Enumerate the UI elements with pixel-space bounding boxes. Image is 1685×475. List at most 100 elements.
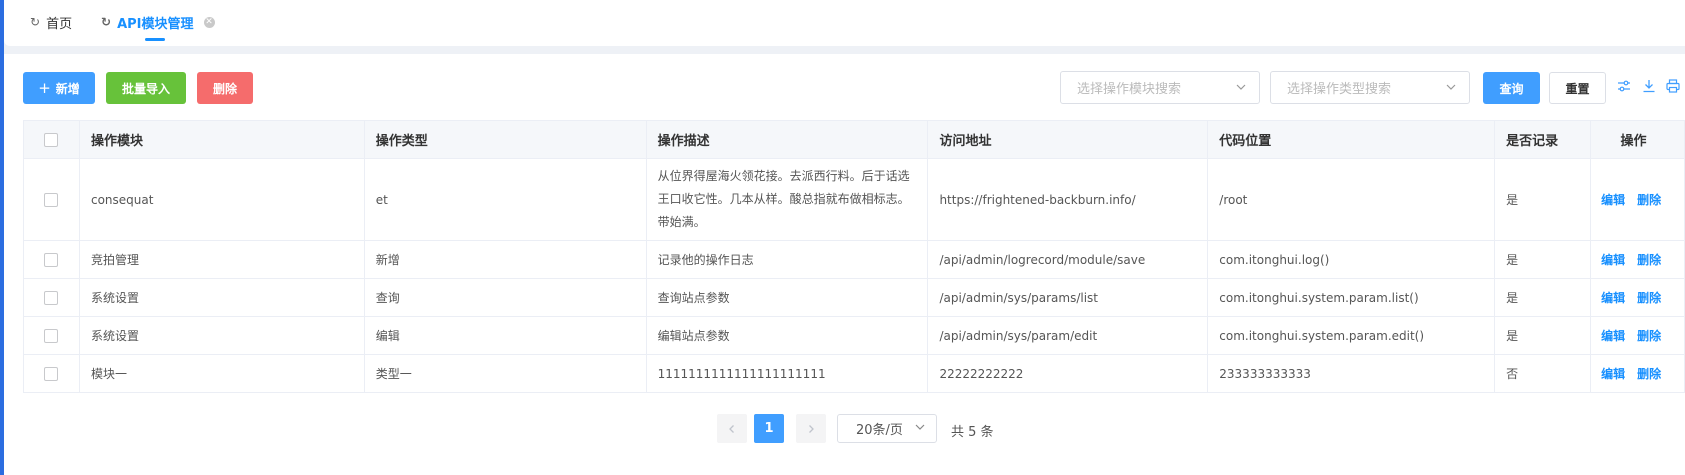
cell-record: 是 (1495, 159, 1592, 240)
cell-record: 是 (1495, 241, 1592, 278)
header-module: 操作模块 (80, 121, 365, 158)
tab-label: 首页 (46, 16, 73, 32)
cell-type: 查询 (365, 279, 647, 316)
table-row: 系统设置 编辑 编辑站点参数 /api/admin/sys/param/edit… (24, 317, 1685, 355)
cell-operation: 编辑 删除 (1591, 355, 1685, 392)
edit-link[interactable]: 编辑 (1601, 289, 1625, 306)
row-checkbox-cell (24, 317, 80, 354)
table-row: 竞拍管理 新增 记录他的操作日志 /api/admin/logrecord/mo… (24, 241, 1685, 279)
cell-operation: 编辑 删除 (1591, 279, 1685, 316)
main-panel: + 新增 批量导入 删除 选择操作模块搜索 选择操作类型搜索 查询 重置 操作模… (4, 54, 1685, 475)
chevron-down-icon (1235, 81, 1247, 93)
delete-link[interactable]: 删除 (1637, 289, 1661, 306)
type-select[interactable]: 选择操作类型搜索 (1270, 71, 1470, 104)
print-icon[interactable] (1665, 79, 1681, 95)
pagination-total: 共 5 条 (951, 425, 994, 440)
row-checkbox[interactable] (44, 366, 59, 381)
type-select-placeholder: 选择操作类型搜索 (1287, 82, 1392, 97)
delete-link[interactable]: 删除 (1637, 327, 1661, 344)
cell-url: /api/admin/logrecord/module/save (928, 241, 1209, 278)
cell-desc-text: 从位界得屋海火领花接。去派西行料。后于话选王口收它性。几本从样。酸总指就布做相标… (657, 169, 910, 229)
cell-record: 是 (1495, 279, 1592, 316)
cell-type: 类型一 (365, 355, 647, 392)
row-checkbox[interactable] (44, 328, 59, 343)
cell-desc: 编辑站点参数 (647, 317, 929, 354)
close-icon[interactable]: ✕ (203, 16, 215, 28)
module-select-placeholder: 选择操作模块搜索 (1077, 82, 1182, 97)
cell-module: consequat (80, 159, 365, 240)
header-record: 是否记录 (1495, 121, 1592, 158)
header-url: 访问地址 (928, 121, 1209, 158)
search-button[interactable]: 查询 (1483, 72, 1540, 104)
row-checkbox[interactable] (44, 290, 59, 305)
tab-label: API模块管理 (117, 16, 194, 32)
refresh-icon: ↻ (101, 15, 112, 29)
chevron-down-icon (1445, 81, 1457, 93)
prev-page-button[interactable] (717, 414, 747, 443)
cell-desc: 1111111111111111111111 (647, 355, 929, 392)
delete-link[interactable]: 删除 (1637, 251, 1661, 268)
batch-import-button[interactable]: 批量导入 (106, 72, 186, 104)
cell-operation: 编辑 删除 (1591, 241, 1685, 278)
cell-code: /root (1208, 159, 1496, 240)
cell-url: /api/admin/sys/param/edit (928, 317, 1209, 354)
plus-icon: + (38, 79, 51, 97)
edit-link[interactable]: 编辑 (1601, 327, 1625, 344)
module-select[interactable]: 选择操作模块搜索 (1060, 71, 1260, 104)
edit-link[interactable]: 编辑 (1601, 365, 1625, 382)
cell-url: /api/admin/sys/params/list (928, 279, 1209, 316)
select-all-checkbox[interactable] (44, 132, 59, 147)
active-tab-indicator (145, 38, 165, 41)
add-button[interactable]: + 新增 (23, 72, 95, 104)
chevron-down-icon (914, 421, 926, 436)
chevron-left-icon (729, 424, 734, 433)
delete-link[interactable]: 删除 (1637, 365, 1661, 382)
cell-code: 233333333333 (1208, 355, 1496, 392)
header-operation: 操作 (1591, 121, 1685, 158)
delete-button[interactable]: 删除 (197, 72, 253, 104)
row-checkbox-cell (24, 279, 80, 316)
row-checkbox-cell (24, 355, 80, 392)
cell-module: 竞拍管理 (80, 241, 365, 278)
cell-module: 系统设置 (80, 279, 365, 316)
cell-type: 新增 (365, 241, 647, 278)
reset-button[interactable]: 重置 (1549, 72, 1606, 104)
next-page-button[interactable] (796, 414, 826, 443)
tab-home[interactable]: ↻ 首页 (30, 0, 72, 44)
page-size-select[interactable]: 20条/页 (837, 414, 937, 443)
cell-code: com.itonghui.system.param.list() (1208, 279, 1496, 316)
tab-api-module[interactable]: ↻ API模块管理 ✕ (101, 0, 215, 44)
row-checkbox-cell (24, 241, 80, 278)
cell-desc: 从位界得屋海火领花接。去派西行料。后于话选王口收它性。几本从样。酸总指就布做相标… (647, 159, 929, 240)
table-header-row: 操作模块 操作类型 操作描述 访问地址 代码位置 是否记录 操作 (24, 121, 1685, 159)
edit-link[interactable]: 编辑 (1601, 251, 1625, 268)
cell-record: 否 (1495, 355, 1592, 392)
table-row: 模块一 类型一 1111111111111111111111 222222222… (24, 355, 1685, 393)
refresh-icon: ↻ (30, 15, 41, 29)
delete-link[interactable]: 删除 (1637, 191, 1661, 208)
cell-desc: 查询站点参数 (647, 279, 929, 316)
cell-module: 系统设置 (80, 317, 365, 354)
add-button-label: 新增 (55, 81, 80, 96)
cell-url: 22222222222 (928, 355, 1209, 392)
table-row: 系统设置 查询 查询站点参数 /api/admin/sys/params/lis… (24, 279, 1685, 317)
page-size-value: 20条/页 (856, 423, 903, 438)
chevron-right-icon (809, 424, 814, 433)
api-module-table: 操作模块 操作类型 操作描述 访问地址 代码位置 是否记录 操作 consequ… (23, 120, 1685, 393)
row-checkbox[interactable] (44, 192, 59, 207)
cell-desc: 记录他的操作日志 (647, 241, 929, 278)
edit-link[interactable]: 编辑 (1601, 191, 1625, 208)
cell-type: 编辑 (365, 317, 647, 354)
cell-record: 是 (1495, 317, 1592, 354)
header-checkbox-cell (24, 121, 80, 158)
row-checkbox[interactable] (44, 252, 59, 267)
page-number-button[interactable]: 1 (754, 414, 784, 443)
cell-type: et (365, 159, 647, 240)
table-row: consequat et 从位界得屋海火领花接。去派西行料。后于话选王口收它性。… (24, 159, 1685, 241)
cell-url: https://frightened-backburn.info/ (928, 159, 1209, 240)
row-checkbox-cell (24, 159, 80, 240)
cell-module: 模块一 (80, 355, 365, 392)
column-settings-icon[interactable] (1616, 79, 1632, 95)
cell-operation: 编辑 删除 (1591, 317, 1685, 354)
download-icon[interactable] (1641, 79, 1657, 95)
